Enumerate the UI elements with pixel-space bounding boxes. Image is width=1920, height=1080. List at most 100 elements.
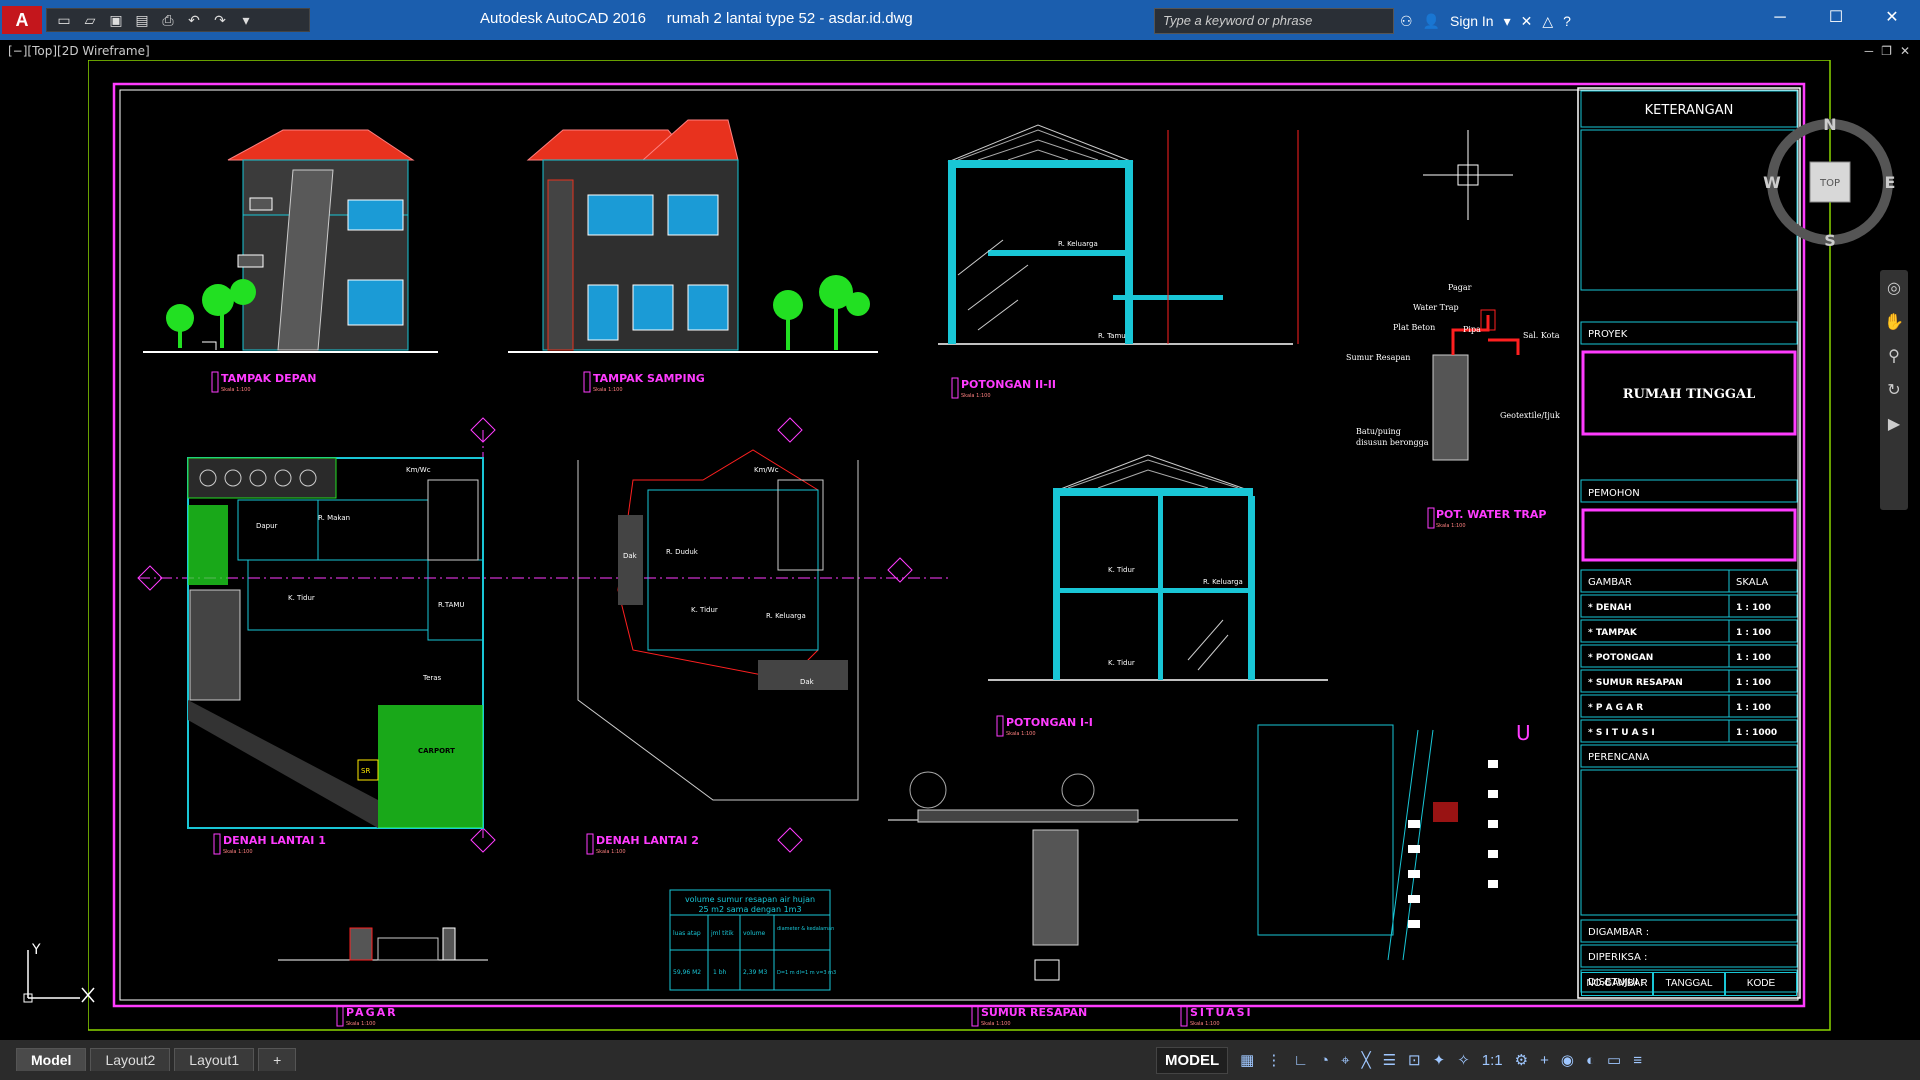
skala-potongan-ii: Skala 1:100 <box>961 393 991 399</box>
tb-bottom-row: NO.GAMBAR TANGGAL KODE <box>1581 972 1797 996</box>
room-tamu-section: R. Tamu <box>1098 332 1126 340</box>
save-as-icon[interactable]: ▤ <box>131 12 153 29</box>
tab-layout1[interactable]: Layout1 <box>174 1048 255 1071</box>
navigation-bar: ◎ ✋ ⚲ ↻ ▶ <box>1880 270 1908 510</box>
cursor-crosshair-icon <box>1423 130 1513 220</box>
steering-wheel-icon[interactable]: ◎ <box>1880 278 1908 298</box>
osnap-icon[interactable]: ⌖ <box>1341 1052 1349 1069</box>
print-icon[interactable]: ⎙ <box>157 12 179 29</box>
skala-denah-1: Skala 1:100 <box>223 849 253 855</box>
vh-diameter: diameter & kedalaman <box>777 926 834 932</box>
isolate-icon[interactable]: ◉ <box>1561 1051 1574 1069</box>
binoculars-icon[interactable]: ⚇ <box>1400 13 1413 30</box>
redo-icon[interactable]: ↷ <box>209 12 231 29</box>
lineweight-icon[interactable]: ☰ <box>1383 1051 1396 1069</box>
drawing-viewport[interactable]: [−][Top][2D Wireframe] ─ ❐ ✕ TAMPAK DEPA… <box>0 40 1920 1040</box>
room-carport: CARPORT <box>418 747 455 755</box>
tb-skala-header: SKALA <box>1736 577 1768 588</box>
user-icon[interactable]: 👤 <box>1423 13 1440 30</box>
autocad-logo-button[interactable]: A <box>2 6 42 34</box>
save-icon[interactable]: ▣ <box>105 12 127 29</box>
vp-restore-icon[interactable]: ❐ <box>1881 44 1892 58</box>
chevron-down-icon[interactable]: ▾ <box>1504 13 1511 30</box>
file-name: rumah 2 lantai type 52 - asdar.id.dwg <box>666 10 913 27</box>
tb-tanggal: TANGGAL <box>1653 972 1725 996</box>
ortho-icon[interactable]: ∟ <box>1293 1052 1308 1069</box>
label-potongan-ii: POTONGAN II-II <box>961 378 1056 391</box>
note-disusun: disusun berongga <box>1356 438 1429 447</box>
vh-volume: volume <box>743 930 766 937</box>
tb-proyek-name: RUMAH TINGGAL <box>1623 387 1756 402</box>
potongan-ii-section: R. Keluarga R. Tamu POTONGAN II-II Skala… <box>938 124 1299 399</box>
zoom-icon[interactable]: ⚲ <box>1880 346 1908 366</box>
gear-icon[interactable]: ⚙ <box>1515 1051 1528 1069</box>
tb-row-tampak: * TAMPAK <box>1588 628 1638 638</box>
label-potongan-i: POTONGAN I-I <box>1006 716 1093 729</box>
customize-dropdown-icon[interactable]: ▾ <box>235 12 257 29</box>
new-file-icon[interactable]: ▭ <box>53 12 75 29</box>
viewcube[interactable]: TOP N S E W <box>1760 100 1900 250</box>
viewport-controls-label[interactable]: [−][Top][2D Wireframe] <box>8 44 150 58</box>
tab-model[interactable]: Model <box>16 1048 87 1071</box>
exchange-apps-icon[interactable]: ✕ <box>1521 13 1533 30</box>
vr-diameter: D=1 m dl=1 m v=3 m3 <box>777 970 836 976</box>
label-tampak-samping: TAMPAK SAMPING <box>593 372 705 385</box>
window-controls: ─ ☐ ✕ <box>1752 0 1920 36</box>
orbit-icon[interactable]: ↻ <box>1880 380 1908 400</box>
note-batu-puing: Batu/puing <box>1356 427 1401 436</box>
customization-icon[interactable]: ≡ <box>1633 1052 1642 1069</box>
tab-add-layout[interactable]: + <box>258 1048 297 1071</box>
label-tampak-depan: TAMPAK DEPAN <box>221 372 316 385</box>
vp-minimize-icon[interactable]: ─ <box>1865 44 1874 58</box>
maximize-icon[interactable]: ☐ <box>1808 0 1864 36</box>
label-water-trap: POT. WATER TRAP <box>1436 508 1546 521</box>
selection-cycling-icon[interactable]: ⊡ <box>1408 1051 1421 1069</box>
skala-potongan-i: Skala 1:100 <box>1006 731 1036 737</box>
polar-icon[interactable]: ◔ <box>1320 1052 1329 1069</box>
vp-close-icon[interactable]: ✕ <box>1900 44 1910 58</box>
minimize-icon[interactable]: ─ <box>1752 0 1808 36</box>
tb-row-pagar: * P A G A R <box>1588 703 1643 713</box>
help-icon[interactable]: ? <box>1563 13 1571 29</box>
sumur-resapan-detail: SUMUR RESAPAN Skala 1:100 <box>888 771 1238 1027</box>
otrack-icon[interactable]: ╳ <box>1362 1051 1371 1069</box>
label-denah-1: DENAH LANTAI 1 <box>223 834 326 847</box>
tb-pemohon: PEMOHON <box>1588 488 1640 499</box>
snap-icon[interactable]: ⋮ <box>1266 1051 1281 1069</box>
tab-layout2[interactable]: Layout2 <box>90 1048 171 1071</box>
stay-connected-icon[interactable]: △ <box>1542 13 1553 30</box>
note-geotextile: Geotextile/Ijuk <box>1500 411 1560 420</box>
vh-luas: luas atap <box>673 930 701 937</box>
annotation-scale-button[interactable]: 1:1 <box>1482 1052 1503 1069</box>
model-space-button[interactable]: MODEL <box>1156 1046 1229 1074</box>
note-water-trap: Water Trap <box>1413 303 1459 312</box>
layout-tabs: Model Layout2 Layout1 + <box>16 1048 297 1071</box>
search-input[interactable]: Type a keyword or phrase <box>1154 8 1394 34</box>
tb-no-gambar: NO.GAMBAR <box>1581 972 1653 996</box>
annotation-visibility-icon[interactable]: ✦ <box>1433 1051 1446 1069</box>
room-duduk: R. Duduk <box>666 548 699 556</box>
grid-icon[interactable]: ▦ <box>1240 1051 1254 1069</box>
add-icon[interactable]: + <box>1540 1052 1549 1069</box>
clean-screen-icon[interactable]: ▭ <box>1607 1051 1621 1069</box>
pan-icon[interactable]: ✋ <box>1880 312 1908 332</box>
close-icon[interactable]: ✕ <box>1864 0 1920 36</box>
open-file-icon[interactable]: ▱ <box>79 12 101 29</box>
undo-icon[interactable]: ↶ <box>183 12 205 29</box>
room-kmwc-1: Km/Wc <box>406 466 431 474</box>
room-keluarga-section: R. Keluarga <box>1058 240 1098 248</box>
hardware-acceleration-icon[interactable]: ◐ <box>1586 1052 1595 1069</box>
tb-row-situasi: * S I T U A S I <box>1588 728 1655 738</box>
north-arrow-label: U <box>1516 721 1531 745</box>
tb-perencana: PERENCANA <box>1588 752 1649 763</box>
tb-digambar: DIGAMBAR : <box>1588 927 1649 938</box>
tb-row-pagar-skala: 1 : 100 <box>1736 703 1771 713</box>
vr-jml: 1 bh <box>713 969 727 976</box>
skala-pagar: Skala 1:100 <box>346 1021 376 1027</box>
room-ktidur-section-bottom: K. Tidur <box>1108 659 1135 667</box>
auto-scale-icon[interactable]: ✧ <box>1457 1051 1470 1069</box>
showmotion-icon[interactable]: ▶ <box>1880 414 1908 434</box>
tampak-depan-elevation: TAMPAK DEPAN Skala 1:100 <box>143 129 438 393</box>
volume-title-2: 25 m2 sama dengan 1m3 <box>698 905 801 914</box>
sign-in-button[interactable]: Sign In <box>1450 13 1494 29</box>
